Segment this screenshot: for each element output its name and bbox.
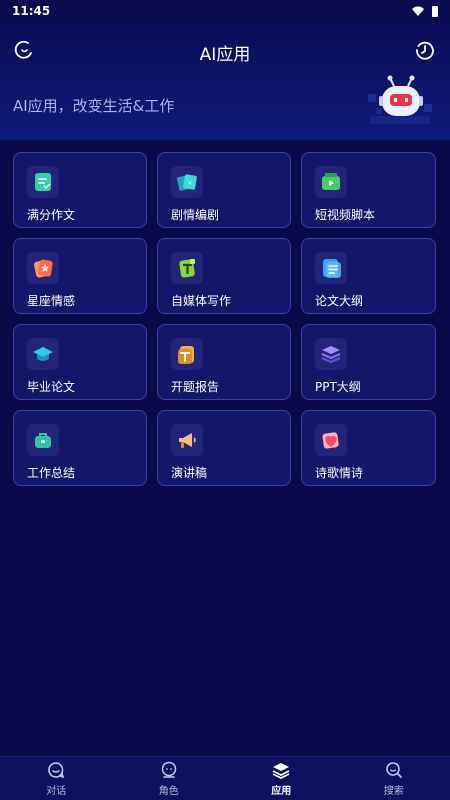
status-icons — [412, 5, 438, 17]
title-row: AI应用 — [0, 32, 450, 72]
banner-text: AI应用，改变生活&工作 — [13, 97, 175, 115]
tab-label: 角色 — [158, 785, 179, 797]
app-card-label: 诗歌情诗 — [315, 466, 364, 480]
video-icon — [315, 166, 347, 198]
tab-chat[interactable]: 对话 — [0, 757, 113, 800]
app-card-speech[interactable]: 演讲稿 — [157, 410, 291, 486]
history-button[interactable] — [414, 39, 436, 61]
briefcase-icon — [27, 424, 59, 456]
status-time: 11:45 — [12, 4, 51, 18]
app-card-label: 演讲稿 — [171, 466, 208, 480]
tab-apps[interactable]: 应用 — [225, 757, 338, 800]
app-card-paper-outline[interactable]: 论文大纲 — [301, 238, 436, 314]
app-card-label: 毕业论文 — [27, 380, 76, 394]
clock-icon — [416, 41, 434, 60]
script-cards-icon — [171, 166, 203, 198]
bottom-tab-bar: 对话 角色 应用 搜索 — [0, 756, 450, 800]
tab-label: 应用 — [271, 785, 292, 797]
robot-illustration-icon — [368, 75, 432, 124]
chat-bubble-icon — [48, 761, 65, 778]
app-card-label: 自媒体写作 — [171, 294, 232, 308]
tab-label: 搜索 — [383, 785, 404, 797]
tab-search[interactable]: 搜索 — [338, 757, 450, 800]
page-title: AI应用 — [199, 44, 251, 65]
app-card-ppt-outline[interactable]: PPT大纲 — [301, 324, 436, 400]
horoscope-icon — [27, 252, 59, 284]
report-icon — [171, 338, 203, 370]
app-card-label: 剧情编剧 — [171, 208, 220, 222]
heart-icon — [315, 424, 347, 456]
app-card-love-poem[interactable]: 诗歌情诗 — [301, 410, 436, 486]
tab-label: 对话 — [46, 785, 67, 797]
app-card-work-summary[interactable]: 工作总结 — [13, 410, 147, 486]
character-face-icon — [161, 761, 176, 778]
tab-characters[interactable]: 角色 — [113, 757, 226, 800]
app-card-label: 满分作文 — [27, 208, 76, 222]
search-icon — [386, 761, 402, 778]
app-grid: 满分作文 剧情编剧 短视频脚本 星座情感 自媒体写作 论文大纲 毕业论文 开题报… — [13, 152, 436, 486]
wifi-icon — [412, 6, 424, 16]
megaphone-icon — [171, 424, 203, 456]
app-card-horoscope[interactable]: 星座情感 — [13, 238, 147, 314]
app-card-label: 短视频脚本 — [315, 208, 376, 222]
app-card-label: 星座情感 — [27, 294, 76, 308]
app-card-label: 论文大纲 — [315, 294, 364, 308]
media-writing-icon — [171, 252, 203, 284]
app-card-label: 工作总结 — [27, 466, 76, 480]
battery-icon — [432, 5, 438, 17]
app-card-proposal-report[interactable]: 开题报告 — [157, 324, 291, 400]
app-card-graduation-thesis[interactable]: 毕业论文 — [13, 324, 147, 400]
outline-icon — [315, 252, 347, 284]
status-bar: 11:45 — [0, 0, 450, 22]
header: AI应用 AI应用，改变生活&工作 — [0, 22, 450, 140]
app-card-label: PPT大纲 — [315, 380, 361, 394]
graduation-cap-icon — [27, 338, 59, 370]
app-card-label: 开题报告 — [171, 380, 220, 394]
app-card-media-writing[interactable]: 自媒体写作 — [157, 238, 291, 314]
layers-tab-icon — [272, 762, 290, 779]
app-card-essay[interactable]: 满分作文 — [13, 152, 147, 228]
app-card-screenplay[interactable]: 剧情编剧 — [157, 152, 291, 228]
layers-icon — [315, 338, 347, 370]
essay-icon — [27, 166, 59, 198]
app-card-short-video-script[interactable]: 短视频脚本 — [301, 152, 436, 228]
